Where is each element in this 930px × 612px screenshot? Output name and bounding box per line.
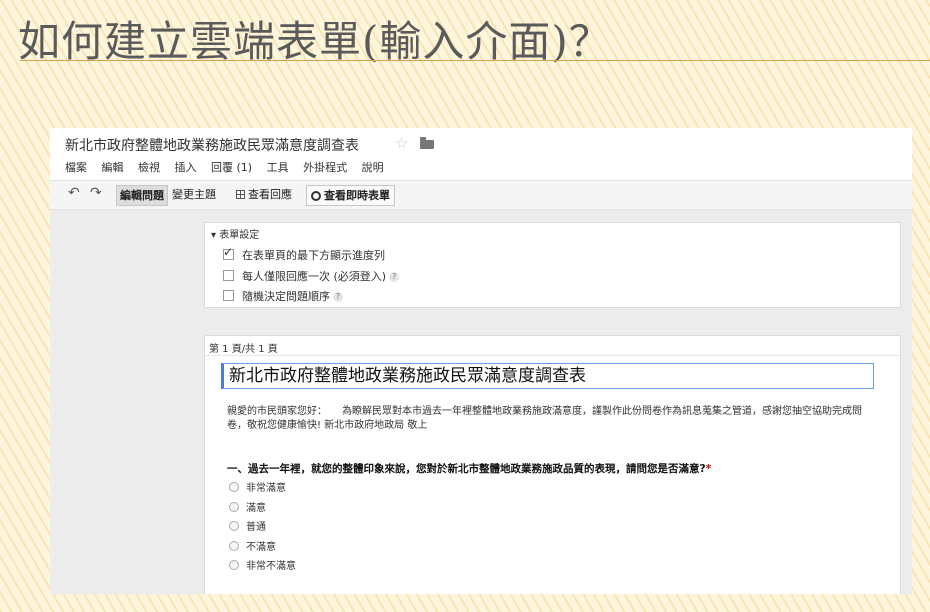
redo-icon[interactable]: ↷ [90,184,102,203]
choice-label: 滿意 [246,503,266,514]
form-page-panel: 第 1 頁/共 1 頁 新北市政府整體地政業務施政民眾滿意度調查表 親愛的市民頭… [204,335,901,594]
menu-file[interactable]: 檔案 [65,161,87,174]
menu-tools[interactable]: 工具 [267,161,289,174]
view-live-form-label: 查看即時表單 [324,189,390,202]
grid-icon [236,190,245,199]
view-responses-button[interactable]: 查看回應 [236,185,292,204]
help-icon[interactable]: ? [333,292,343,302]
menu-responses[interactable]: 回覆 (1) [211,161,252,174]
choice-label: 非常不滿意 [246,561,296,572]
choice-label: 非常滿意 [246,483,286,494]
choice-option[interactable]: 非常不滿意 [229,557,296,572]
question-title[interactable]: 一、過去一年裡，就您的整體印象來說，您對於新北市整體地政業務施政品質的表現，請問… [227,461,711,476]
app-header: 新北市政府整體地政業務施政民眾滿意度調查表 ☆ 檔案 編輯 檢視 插入 回覆 (… [50,128,912,180]
form-description[interactable]: 親愛的市民頭家您好： 為瞭解民眾對本市過去一年裡整體地政業務施政滿意度，謹製作此… [227,405,867,433]
choice-option[interactable]: 滿意 [229,499,266,514]
document-title[interactable]: 新北市政府整體地政業務施政民眾滿意度調查表 [65,135,359,155]
required-mark: * [705,463,712,475]
google-forms-screenshot: 新北市政府整體地政業務施政民眾滿意度調查表 ☆ 檔案 編輯 檢視 插入 回覆 (… [50,128,912,594]
question-text: 一、過去一年裡，就您的整體印象來說，您對於新北市整體地政業務施政品質的表現，請問… [227,463,706,475]
shuffle-order-label: 隨機決定問題順序 [242,290,330,303]
change-theme-button[interactable]: 變更主題 [172,185,216,204]
progress-bar-checkbox[interactable]: ✓ [223,245,234,260]
menu-insert[interactable]: 插入 [175,161,197,174]
page-indicator: 第 1 頁/共 1 頁 [209,344,278,355]
shuffle-order-option[interactable]: 隨機決定問題順序? [223,288,343,304]
radio-icon[interactable] [229,541,239,551]
radio-icon[interactable] [229,560,239,570]
one-response-label: 每人僅限回應一次 (必須登入) [242,270,387,283]
choice-option[interactable]: 普通 [229,518,266,533]
form-title-input[interactable]: 新北市政府整體地政業務施政民眾滿意度調查表 [221,363,874,389]
shuffle-order-checkbox[interactable] [223,290,234,301]
star-icon[interactable]: ☆ [395,134,408,152]
progress-bar-label: 在表單頁的最下方顯示進度列 [242,249,385,262]
view-responses-label: 查看回應 [248,188,292,201]
choice-label: 普通 [246,522,266,533]
eye-icon [311,191,321,201]
form-settings-panel: ▾ 表單設定 ✓ 在表單頁的最下方顯示進度列 每人僅限回應一次 (必須登入)? 隨… [204,222,901,308]
menu-bar: 檔案 編輯 檢視 插入 回覆 (1) 工具 外掛程式 說明 [65,159,395,175]
page-divider [205,355,900,356]
menu-addons[interactable]: 外掛程式 [303,161,347,174]
one-response-checkbox[interactable] [223,270,234,281]
title-underline [20,60,930,61]
menu-help[interactable]: 說明 [362,161,384,174]
radio-icon[interactable] [229,502,239,512]
choice-label: 不滿意 [246,542,276,553]
undo-icon[interactable]: ↶ [68,184,80,203]
folder-icon[interactable] [420,137,434,149]
toolbar: ↶ ↷ 編輯問題 變更主題 查看回應 查看即時表單 [50,180,912,210]
choice-option[interactable]: 不滿意 [229,538,276,553]
form-settings-toggle[interactable]: ▾ 表單設定 [211,226,259,241]
radio-icon[interactable] [229,482,239,492]
one-response-option[interactable]: 每人僅限回應一次 (必須登入)? [223,268,400,284]
help-icon[interactable]: ? [389,272,400,282]
menu-edit[interactable]: 編輯 [102,161,124,174]
radio-icon[interactable] [229,521,239,531]
progress-bar-option[interactable]: ✓ 在表單頁的最下方顯示進度列 [223,245,385,263]
edit-questions-button[interactable]: 編輯問題 [116,185,168,206]
checkmark-icon: ✓ [223,245,234,259]
view-live-form-button[interactable]: 查看即時表單 [306,185,395,206]
choice-option[interactable]: 非常滿意 [229,479,286,494]
menu-view[interactable]: 檢視 [138,161,160,174]
